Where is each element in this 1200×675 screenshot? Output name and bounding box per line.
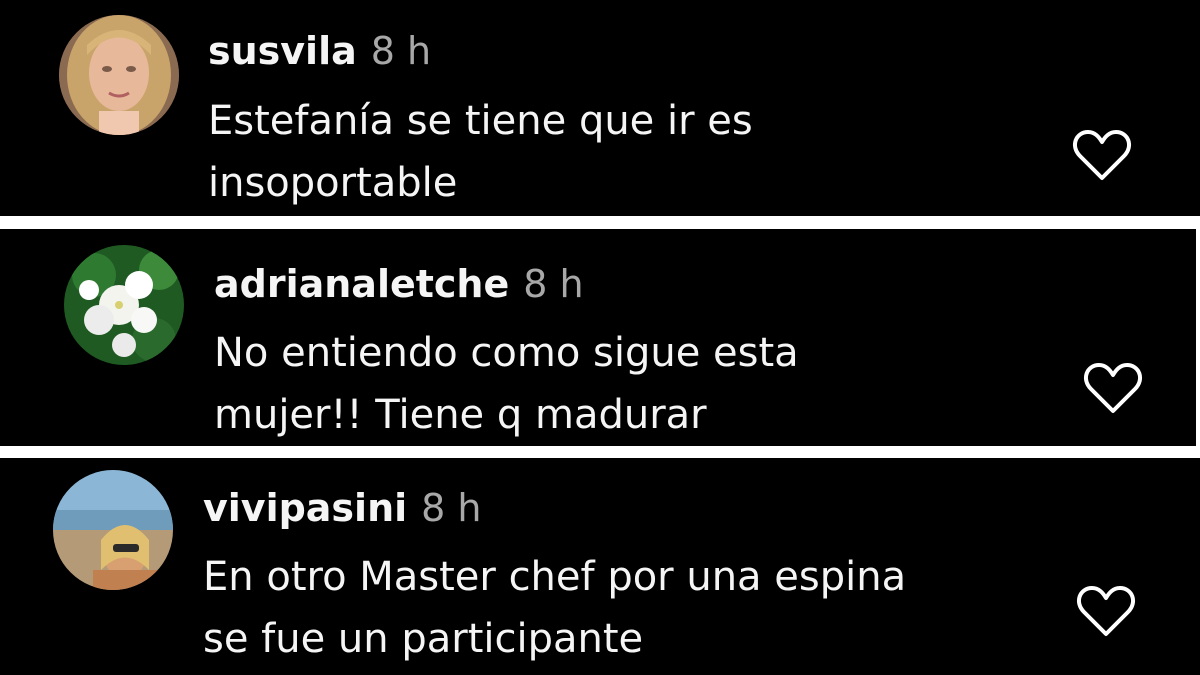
comment-header: vivipasini 8 h: [203, 489, 482, 527]
comment-item: adrianaletche 8 h No entiendo como sigue …: [0, 229, 1196, 446]
username[interactable]: susvila: [208, 29, 357, 73]
comment-text: Estefanía se tiene que ir es insoportabl…: [208, 90, 753, 214]
comment-line: No entiendo como sigue esta: [214, 330, 799, 376]
comment-line: insoportable: [208, 160, 458, 206]
comment-text: No entiendo como sigue esta mujer!! Tien…: [214, 322, 799, 446]
timestamp[interactable]: 8 h: [421, 486, 481, 530]
comment-header: adrianaletche 8 h: [214, 265, 584, 303]
username[interactable]: adrianaletche: [214, 262, 509, 306]
avatar[interactable]: [59, 15, 179, 135]
comment-header: susvila 8 h: [208, 32, 431, 70]
avatar[interactable]: [64, 245, 184, 365]
comment-item: vivipasini 8 h En otro Master chef por un…: [0, 458, 1200, 675]
timestamp[interactable]: 8 h: [523, 262, 583, 306]
heart-icon[interactable]: [1076, 584, 1136, 638]
avatar[interactable]: [53, 470, 173, 590]
comment-line: se fue un participante: [203, 616, 644, 662]
heart-icon[interactable]: [1072, 128, 1132, 182]
username[interactable]: vivipasini: [203, 486, 407, 530]
comment-line: En otro Master chef por una espina: [203, 554, 907, 600]
comment-line: mujer!! Tiene q madurar: [214, 392, 707, 438]
comment-text: En otro Master chef por una espina se fu…: [203, 546, 906, 670]
comment-line: Estefanía se tiene que ir es: [208, 98, 753, 144]
heart-icon[interactable]: [1083, 361, 1143, 415]
timestamp[interactable]: 8 h: [371, 29, 431, 73]
comment-item: susvila 8 h Estefanía se tiene que ir es …: [0, 0, 1200, 216]
